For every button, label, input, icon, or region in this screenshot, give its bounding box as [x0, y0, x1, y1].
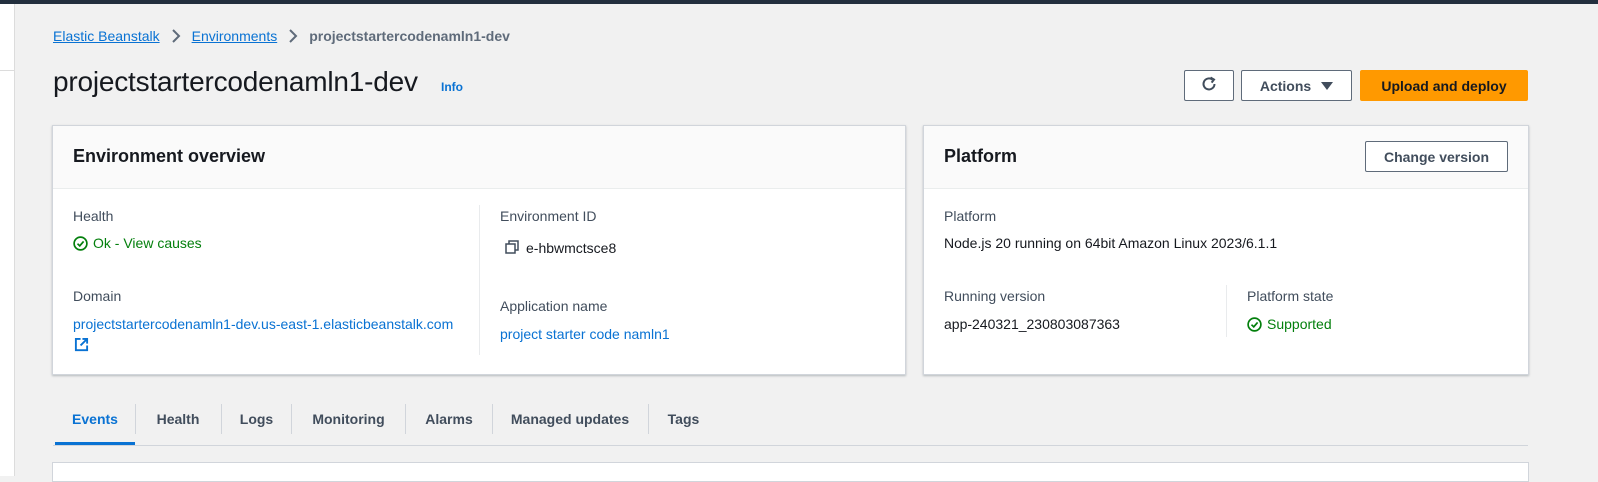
platform-state-value: Supported — [1267, 316, 1332, 332]
breadcrumb: Elastic Beanstalk Environments projectst… — [53, 26, 510, 46]
tab-content-panel — [52, 462, 1529, 482]
tab-logs[interactable]: Logs — [223, 395, 290, 443]
check-circle-icon — [1247, 316, 1262, 332]
platform-state-label: Platform state — [1247, 288, 1334, 304]
card-header: Platform Change version — [924, 126, 1528, 189]
breadcrumb-elastic-beanstalk[interactable]: Elastic Beanstalk — [53, 28, 160, 44]
platform-value: Node.js 20 running on 64bit Amazon Linux… — [944, 235, 1278, 251]
health-status[interactable]: Ok - View causes — [73, 235, 202, 251]
side-navigation-rail[interactable] — [0, 4, 15, 476]
tab-divider — [405, 404, 406, 434]
info-link[interactable]: Info — [441, 80, 463, 94]
actions-label: Actions — [1259, 77, 1312, 94]
environment-overview-card: Environment overview Health Ok - View ca… — [52, 125, 906, 375]
card-header: Environment overview — [53, 126, 905, 189]
tab-divider — [648, 404, 649, 434]
running-version-label: Running version — [944, 288, 1046, 304]
tab-health[interactable]: Health — [137, 395, 219, 443]
health-label: Health — [73, 208, 114, 224]
chevron-right-icon — [166, 29, 186, 43]
caret-down-icon — [1321, 81, 1334, 90]
change-version-button[interactable]: Change version — [1365, 141, 1508, 172]
copy-icon[interactable] — [505, 240, 519, 259]
application-name-link[interactable]: project starter code namln1 — [500, 326, 670, 342]
environment-id-label: Environment ID — [500, 208, 597, 224]
environment-overview-title: Environment overview — [73, 146, 266, 166]
page-title: projectstartercodenamln1-dev — [53, 66, 418, 97]
side-rail-divider — [0, 70, 14, 71]
check-circle-icon — [73, 235, 88, 251]
tab-managed-updates[interactable]: Managed updates — [494, 395, 646, 443]
domain-link[interactable]: projectstartercodenamln1-dev.us-east-1.e… — [73, 316, 453, 332]
platform-state-status: Supported — [1247, 316, 1332, 332]
platform-title: Platform — [944, 146, 1018, 166]
refresh-button[interactable] — [1184, 70, 1234, 101]
upload-and-deploy-button[interactable]: Upload and deploy — [1360, 70, 1528, 101]
tab-divider — [135, 404, 136, 434]
external-link-icon[interactable] — [74, 337, 89, 357]
breadcrumb-current: projectstartercodenamln1-dev — [309, 28, 510, 44]
breadcrumb-environments[interactable]: Environments — [192, 28, 278, 44]
tab-divider — [221, 404, 222, 434]
health-value: Ok - View causes — [93, 235, 202, 251]
tab-divider — [291, 404, 292, 434]
application-name-label: Application name — [500, 298, 608, 314]
chevron-right-icon — [283, 29, 303, 43]
tab-monitoring[interactable]: Monitoring — [293, 395, 404, 443]
refresh-icon — [1200, 75, 1218, 96]
tab-alarms[interactable]: Alarms — [407, 395, 491, 443]
platform-card: Platform Change version Platform Node.js… — [923, 125, 1529, 375]
environment-tabs: Events Health Logs Monitoring Alarms Man… — [53, 395, 1528, 446]
tab-events[interactable]: Events — [55, 395, 135, 445]
tab-tags[interactable]: Tags — [650, 395, 717, 443]
running-version-value: app-240321_230803087363 — [944, 316, 1120, 332]
domain-label: Domain — [73, 288, 122, 304]
tab-divider — [492, 404, 493, 434]
platform-label: Platform — [944, 208, 997, 224]
column-divider — [479, 205, 480, 355]
actions-dropdown-button[interactable]: Actions — [1241, 70, 1352, 101]
column-divider — [1226, 285, 1227, 337]
top-navigation-bar — [0, 0, 1598, 4]
environment-id-value: e-hbwmctsce8 — [526, 240, 617, 256]
